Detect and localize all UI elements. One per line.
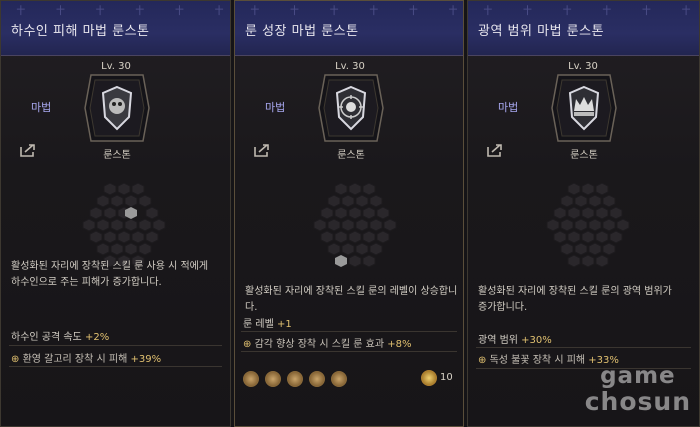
level-label: Lv. 30 [335,61,365,72]
sub-stat-line: ⊕ 환영 갈고리 장착 시 피해 +39% [11,350,161,365]
active-slot [335,255,347,267]
bonus-icon: ⊕ [243,339,252,350]
divider [476,347,691,348]
panel-title: 룬 성장 마법 룬스톤 [245,24,359,39]
bonus-icon: ⊕ [11,354,20,365]
rune-panel-growth: 룬 성장 마법 룬스톤 Lv. 30 마법 룬스톤 활성화된 자리에 장착된 스… [234,0,464,427]
bonus-icon: ⊕ [478,355,487,366]
rune-panel-area: 광역 범위 마법 룬스톤 Lv. 30 마법 룬스톤 활성화된 자리에 장착된 … [467,0,700,427]
rune-orb-icon[interactable] [317,73,385,143]
rune-description: 활성화된 자리에 장착된 스킬 룬의 레벨이 상승합니다. [245,284,463,316]
watermark-line: chosun [584,387,691,416]
divider [9,366,222,367]
level-label: Lv. 30 [101,61,131,72]
description-line: 증가합니다. [478,302,528,313]
rune-label: 룬스톤 [570,150,598,161]
stat-name: 하수인 공격 속도 [11,332,82,343]
description-line: 활성화된 자리에 장착된 스킬 룬 사용 시 적에게 [11,261,209,272]
category-label: 마법 [498,101,519,114]
panel-title: 광역 범위 마법 룬스톤 [478,24,605,39]
divider [241,351,457,352]
stat-line: 광역 범위 +30% [478,331,552,346]
stat-value: +30% [521,335,552,346]
divider [241,331,457,332]
rune-shield-icon[interactable] [83,73,151,143]
material-icon[interactable] [309,371,325,387]
rune-crown-icon[interactable] [550,73,618,143]
material-icons [243,371,353,389]
panel-title: 하수인 피해 마법 룬스톤 [11,24,150,39]
divider [9,345,222,346]
gold-coin-icon [421,370,437,386]
material-icon[interactable] [287,371,303,387]
rune-panel-minion: 하수인 피해 마법 룬스톤 Lv. 30 마법 룬스톤 활성화된 자리에 장착된… [0,0,231,427]
share-icon[interactable] [19,142,37,158]
stat-name: 룬 레벨 [243,319,274,330]
stat-name: 광역 범위 [478,335,518,346]
rune-label: 룬스톤 [337,150,365,161]
watermark-line: game [600,363,676,389]
category-label: 마법 [265,101,286,114]
share-icon[interactable] [486,142,504,158]
description-line: 활성화된 자리에 장착된 스킬 룬의 광역 범위가 [478,286,672,297]
level-label: Lv. 30 [568,61,598,72]
panel-header: 광역 범위 마법 룬스톤 [468,1,699,56]
sub-stat-value: +8% [387,339,412,350]
sub-stat-name: 환영 갈고리 장착 시 피해 [22,354,128,365]
sub-stat-value: +39% [130,354,162,365]
description-line: 활성화된 자리에 장착된 스킬 룬의 레벨이 상승합니다. [245,286,458,313]
stat-line: 하수인 공격 속도 +2% [11,328,109,343]
category-label: 마법 [31,101,52,114]
stat-value: +1 [276,319,292,330]
description-line: 하수인으로 주는 피해가 증가합니다. [11,277,162,288]
rune-description: 활성화된 자리에 장착된 스킬 룬의 광역 범위가 증가합니다. [478,284,672,316]
coin-value: 10 [440,372,453,383]
material-icon[interactable] [243,371,259,387]
rune-label: 룬스톤 [103,150,131,161]
panel-header: 하수인 피해 마법 룬스톤 [1,1,230,56]
rune-slot-grid [313,182,397,268]
panel-header: 룬 성장 마법 룬스톤 [235,1,463,56]
sub-stat-name: 독성 불꽃 장착 시 피해 [489,355,586,366]
rune-description: 활성화된 자리에 장착된 스킬 룬 사용 시 적에게 하수인으로 주는 피해가 … [11,259,208,291]
site-watermark: game chosun [585,363,691,415]
stat-value: +2% [84,332,110,343]
material-icon[interactable] [265,371,281,387]
sub-stat-name: 감각 향상 장착 시 스킬 룬 효과 [254,339,385,350]
material-icon[interactable] [331,371,347,387]
stat-line: 룬 레벨 +1 [243,315,292,330]
share-icon[interactable] [253,142,271,158]
sub-stat-line: ⊕ 감각 향상 장착 시 스킬 룬 효과 +8% [243,335,412,350]
rune-slot-grid [546,182,630,268]
